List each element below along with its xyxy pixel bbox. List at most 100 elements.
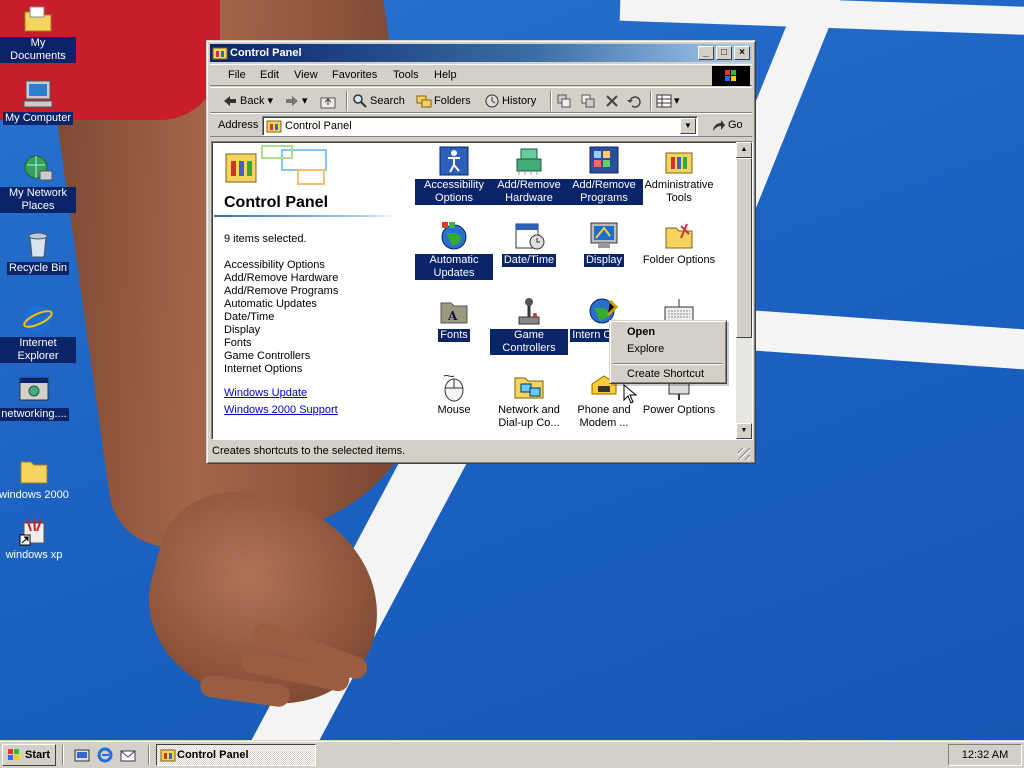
- standard-toolbar: Back ▾ ▾ Search Folders History ▾: [210, 87, 752, 113]
- ctx-explore[interactable]: Explore: [613, 341, 723, 357]
- control-panel-icon: [266, 119, 282, 133]
- scroll-thumb[interactable]: [736, 158, 752, 338]
- cp-item-label: Add/Remove Hardware: [490, 179, 568, 205]
- address-dropdown-button[interactable]: ▼: [680, 118, 696, 134]
- resize-grip[interactable]: [738, 448, 750, 460]
- desktop-icon-windows-xp[interactable]: windows xp: [0, 515, 72, 562]
- move-to-button[interactable]: [556, 92, 574, 110]
- cp-item-folder-options[interactable]: Folder Options: [640, 220, 718, 267]
- folder-icon: [22, 3, 54, 35]
- start-button[interactable]: Start: [2, 744, 56, 766]
- system-tray-clock[interactable]: 12:32 AM: [948, 744, 1022, 766]
- menu-tools[interactable]: Tools: [393, 69, 419, 81]
- cp-item-label: Automatic Updates: [415, 254, 493, 280]
- cp-item-accessibility-options[interactable]: Accessibility Options: [415, 145, 493, 205]
- menu-favorites[interactable]: Favorites: [332, 69, 377, 81]
- delete-button[interactable]: [604, 92, 622, 110]
- menu-view[interactable]: View: [294, 69, 318, 81]
- windows-update-link[interactable]: Windows Update: [224, 387, 307, 399]
- status-bar: Creates shortcuts to the selected items.: [210, 442, 752, 462]
- desktop-icon-label: Internet Explorer: [0, 337, 76, 363]
- selected-item: Game Controllers: [224, 350, 311, 362]
- control-panel-window[interactable]: Control Panel _ □ × File Edit View Favor…: [206, 40, 756, 464]
- cp-item-label: Folder Options: [642, 254, 716, 266]
- calendar-clock-icon: [513, 220, 545, 252]
- vertical-scrollbar[interactable]: ▲ ▼: [736, 142, 752, 439]
- network-connections-icon: [513, 370, 545, 402]
- taskbar-separator: [148, 745, 150, 765]
- search-button[interactable]: Search: [352, 92, 405, 110]
- cp-item-display[interactable]: Display: [565, 220, 643, 267]
- menu-help[interactable]: Help: [434, 69, 457, 81]
- cp-item-game-controllers[interactable]: Game Controllers: [490, 295, 568, 355]
- desktop-icon-my-network-places[interactable]: My Network Places: [0, 153, 76, 213]
- undo-button[interactable]: [626, 92, 644, 110]
- cp-item-date-time[interactable]: Date/Time: [490, 220, 568, 267]
- forward-button[interactable]: ▾: [284, 92, 308, 110]
- cp-item-network-dialup[interactable]: Network and Dial-up Co...: [490, 370, 568, 430]
- history-button[interactable]: History: [484, 92, 536, 110]
- settings-window-icon: [18, 374, 50, 406]
- cp-item-label: Phone and Modem ...: [577, 404, 631, 429]
- selected-item: Fonts: [224, 337, 252, 349]
- scroll-up-button[interactable]: ▲: [736, 142, 752, 158]
- undo-icon: [626, 93, 642, 109]
- cp-item-fonts[interactable]: A Fonts: [415, 295, 493, 342]
- mouse-pointer-icon: [623, 383, 638, 404]
- network-globe-icon: [22, 153, 54, 185]
- folders-button[interactable]: Folders: [416, 92, 471, 110]
- status-text: Creates shortcuts to the selected items.: [212, 445, 406, 457]
- desktop-icon-my-computer[interactable]: My Computer: [0, 78, 76, 125]
- windows-2000-support-link[interactable]: Windows 2000 Support: [224, 404, 338, 416]
- menu-file[interactable]: File: [228, 69, 246, 81]
- back-button[interactable]: Back ▾: [222, 92, 273, 110]
- menu-separator: [613, 363, 723, 365]
- copy-to-icon: [580, 93, 596, 109]
- pane-title: Control Panel: [224, 194, 329, 211]
- desktop-icon-my-documents[interactable]: My Documents: [0, 3, 76, 63]
- internet-explorer-icon[interactable]: [97, 747, 113, 763]
- recycle-bin-icon: [22, 228, 54, 260]
- views-button[interactable]: ▾: [656, 92, 680, 110]
- menu-edit[interactable]: Edit: [260, 69, 279, 81]
- context-menu: Open Explore Create Shortcut: [609, 320, 727, 384]
- desktop-icon-internet-explorer[interactable]: Internet Explorer: [0, 303, 76, 363]
- history-icon: [484, 93, 500, 109]
- close-button[interactable]: ×: [734, 46, 750, 60]
- windows-logo-icon: [712, 66, 750, 86]
- show-desktop-icon[interactable]: [74, 747, 90, 763]
- accessibility-icon: [438, 145, 470, 177]
- outlook-express-icon[interactable]: [120, 747, 136, 763]
- cp-item-automatic-updates[interactable]: Automatic Updates: [415, 220, 493, 280]
- minimize-button[interactable]: _: [698, 46, 714, 60]
- scroll-down-button[interactable]: ▼: [736, 423, 752, 439]
- folder-icon: [18, 455, 50, 487]
- folders-icon: [416, 93, 432, 109]
- selected-item: Automatic Updates: [224, 298, 317, 310]
- window-titlebar[interactable]: Control Panel _ □ ×: [210, 44, 752, 62]
- cp-item-mouse[interactable]: Mouse: [415, 370, 493, 417]
- cp-item-add-remove-hardware[interactable]: Add/Remove Hardware: [490, 145, 568, 205]
- desktop-icon-windows-2000[interactable]: windows 2000: [0, 455, 72, 502]
- display-monitor-icon: [588, 220, 620, 252]
- cp-item-add-remove-programs[interactable]: Add/Remove Programs: [565, 145, 643, 205]
- ctx-create-shortcut[interactable]: Create Shortcut: [613, 366, 723, 382]
- address-value: Control Panel: [285, 120, 352, 132]
- cp-item-administrative-tools[interactable]: Administrative Tools: [640, 145, 718, 205]
- taskbar-button-control-panel[interactable]: Control Panel: [156, 744, 316, 766]
- copy-to-button[interactable]: [580, 92, 598, 110]
- address-input[interactable]: Control Panel ▼: [262, 116, 698, 136]
- selected-items-list: Accessibility Options Add/Remove Hardwar…: [224, 259, 338, 376]
- ctx-open[interactable]: Open: [613, 324, 723, 340]
- fonts-folder-icon: A: [438, 295, 470, 327]
- desktop-icon-networking[interactable]: networking....: [0, 374, 72, 421]
- cp-item-label: Fonts: [438, 329, 470, 342]
- views-grid-icon: [656, 93, 672, 109]
- control-panel-banner-icon: [222, 144, 332, 192]
- go-button[interactable]: Go: [710, 119, 743, 131]
- up-folder-button[interactable]: [320, 92, 338, 110]
- desktop-icon-recycle-bin[interactable]: Recycle Bin: [0, 228, 76, 275]
- maximize-button[interactable]: □: [716, 46, 732, 60]
- folder-options-icon: [663, 220, 695, 252]
- search-icon: [352, 93, 368, 109]
